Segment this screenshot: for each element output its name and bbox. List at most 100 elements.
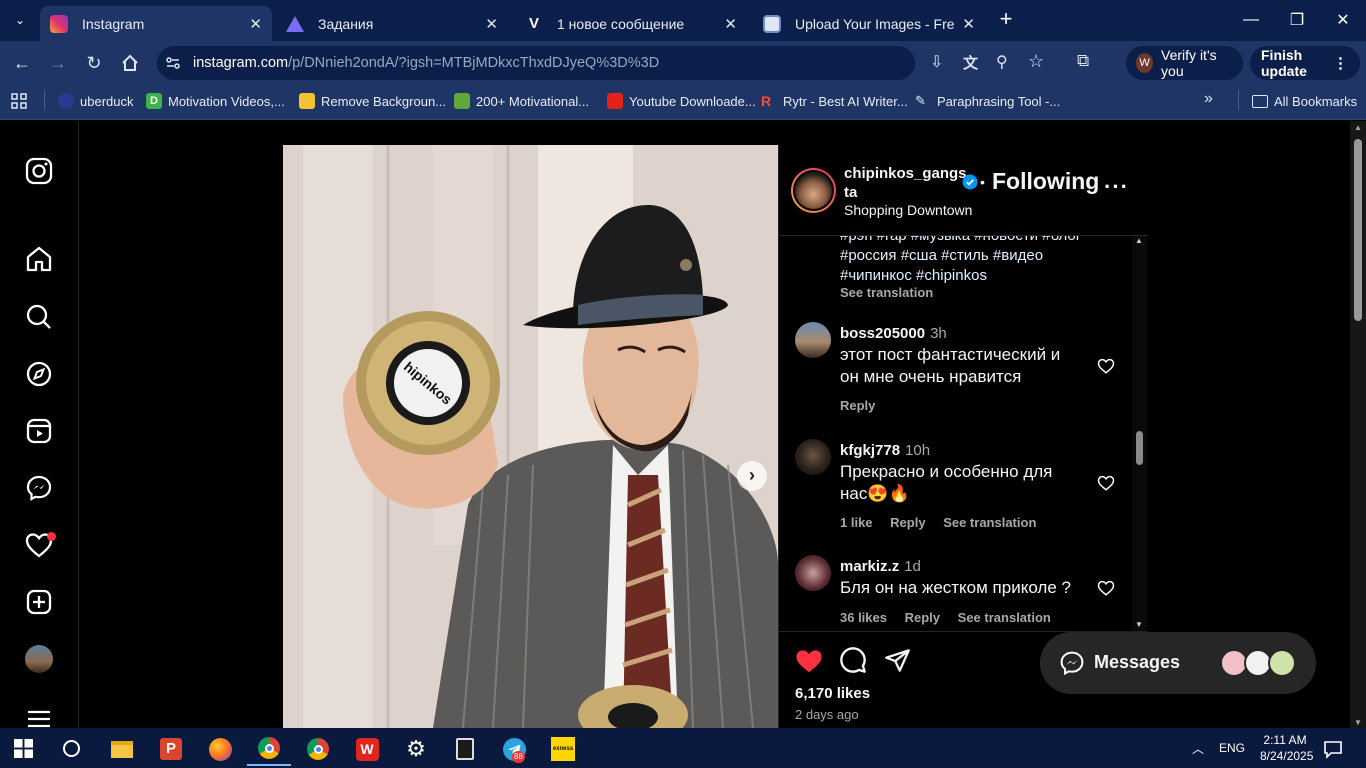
comment-avatar[interactable] — [795, 322, 831, 358]
comment-likes[interactable]: 1 like — [840, 515, 873, 530]
comment-username[interactable]: boss205000 — [840, 325, 925, 342]
chrome-icon[interactable] — [296, 732, 340, 766]
firefox-icon[interactable] — [198, 732, 242, 766]
scroll-thumb[interactable] — [1136, 431, 1143, 465]
caption-hashtags[interactable]: #рэп #rap #музыка #новости #блог — [840, 236, 1081, 244]
explore-icon[interactable] — [24, 359, 54, 389]
author-avatar[interactable] — [791, 168, 836, 213]
reply-link[interactable]: Reply — [905, 610, 940, 625]
extensions-icon[interactable]: ⧉ — [1077, 51, 1101, 75]
search-icon[interactable] — [63, 740, 80, 757]
install-app-icon[interactable]: ⇩ — [930, 52, 952, 74]
scroll-thumb[interactable] — [1354, 139, 1362, 321]
liked-heart-icon[interactable] — [794, 646, 824, 676]
like-comment-icon[interactable] — [1097, 474, 1115, 492]
tab-upload[interactable]: Upload Your Images - Free Imag ✕ — [753, 6, 985, 41]
calculator-icon[interactable] — [443, 732, 487, 766]
file-explorer-icon[interactable] — [100, 732, 144, 766]
zoom-icon[interactable]: ⚲ — [996, 52, 1018, 74]
scroll-up-icon[interactable]: ▲ — [1135, 236, 1143, 245]
reload-button[interactable]: ↻ — [80, 49, 108, 77]
new-tab-button[interactable]: + — [994, 8, 1018, 32]
bookmark-200-motivational[interactable]: 200+ Motivational... — [454, 91, 589, 111]
restore-button[interactable]: ❐ — [1274, 6, 1320, 34]
reply-link[interactable]: Reply — [840, 398, 875, 413]
comments-scrollbar[interactable]: ▲ ▼ — [1132, 236, 1147, 631]
scroll-down-icon[interactable]: ▼ — [1354, 718, 1362, 727]
bookmark-youtube-downloader[interactable]: Youtube Downloade... — [607, 91, 756, 111]
comments-scroll[interactable]: #рэп #rap #музыка #новости #блог #россия… — [779, 236, 1132, 631]
more-options-icon[interactable]: ··· — [1104, 174, 1129, 200]
notification-center-icon[interactable] — [1323, 739, 1343, 759]
back-button[interactable]: ← — [8, 49, 36, 77]
translate-icon[interactable]: 文 — [963, 52, 985, 74]
see-translation-link[interactable]: See translation — [958, 610, 1051, 625]
home-icon[interactable] — [24, 244, 54, 274]
bookmark-paraphrasing[interactable]: ✎ Paraphrasing Tool -... — [915, 91, 1060, 111]
wps-presentation-icon[interactable]: P — [149, 732, 193, 766]
all-bookmarks[interactable]: All Bookmarks — [1252, 91, 1357, 111]
comment-username[interactable]: markiz.z — [840, 558, 899, 575]
comment-avatar[interactable] — [795, 555, 831, 591]
settings-gear-icon[interactable]: ⚙ — [394, 732, 438, 766]
next-photo-button[interactable]: › — [737, 461, 767, 491]
close-window-button[interactable]: ✕ — [1320, 6, 1366, 34]
scroll-down-icon[interactable]: ▼ — [1135, 620, 1143, 629]
profile-avatar[interactable] — [25, 645, 53, 673]
minimize-button[interactable]: — — [1228, 6, 1274, 34]
windows-start-icon[interactable] — [14, 739, 33, 758]
chrome-active-icon[interactable] — [247, 732, 291, 766]
wps-office-icon[interactable]: W — [345, 732, 389, 766]
forward-button[interactable]: → — [44, 49, 72, 77]
exness-icon[interactable]: exness — [541, 732, 585, 766]
tab-tasks[interactable]: Задания ✕ — [276, 6, 508, 41]
clock[interactable]: 2:11 AM 8/24/2025 — [1260, 732, 1313, 764]
close-icon[interactable]: ✕ — [249, 15, 262, 33]
finish-update-button[interactable]: Finish update ⋮ — [1250, 46, 1360, 80]
search-icon[interactable] — [24, 302, 54, 332]
comment-username[interactable]: kfgkj778 — [840, 442, 900, 459]
author-username[interactable]: chipinkos_gangs ta — [844, 164, 967, 202]
tab-messages[interactable]: V 1 новое сообщение ✕ — [515, 6, 747, 41]
see-translation-link[interactable]: See translation — [840, 285, 933, 300]
post-location[interactable]: Shopping Downtown — [844, 202, 972, 218]
apps-icon[interactable] — [11, 93, 27, 109]
more-bookmarks-icon[interactable]: » — [1204, 90, 1213, 108]
reply-link[interactable]: Reply — [890, 515, 925, 530]
messenger-icon[interactable] — [24, 473, 54, 503]
instagram-logo-icon[interactable] — [24, 156, 54, 186]
close-icon[interactable]: ✕ — [485, 15, 498, 33]
bookmark-remove-bg[interactable]: Remove Backgroun... — [299, 91, 446, 111]
like-comment-icon[interactable] — [1097, 357, 1115, 375]
profile-button[interactable]: W Verify it's you — [1126, 46, 1243, 80]
share-icon[interactable] — [884, 647, 911, 674]
bookmark-motivation[interactable]: D Motivation Videos,... — [146, 91, 285, 111]
tab-search-icon[interactable]: ⌄ — [6, 6, 34, 34]
comment-likes[interactable]: 36 likes — [840, 610, 887, 625]
caption-hashtags[interactable]: #чипинкос #chipinkos — [840, 267, 987, 284]
see-translation-link[interactable]: See translation — [943, 515, 1036, 530]
bookmark-star-icon[interactable]: ☆ — [1028, 51, 1050, 73]
scroll-up-icon[interactable]: ▲ — [1354, 123, 1362, 132]
comment-icon[interactable] — [839, 646, 867, 674]
create-icon[interactable] — [24, 587, 54, 617]
close-icon[interactable]: ✕ — [724, 15, 737, 33]
tab-instagram[interactable]: Instagram ✕ — [40, 6, 272, 41]
likes-count[interactable]: 6,170 likes — [795, 685, 870, 702]
bookmark-uberduck[interactable]: uberduck — [58, 91, 133, 111]
following-button[interactable]: Following — [992, 168, 1099, 195]
tray-chevron-icon[interactable]: ︿ — [1192, 740, 1204, 757]
caption-hashtags[interactable]: #россия #сша #стиль #видео — [840, 247, 1043, 264]
like-comment-icon[interactable] — [1097, 579, 1115, 597]
home-button[interactable] — [116, 49, 144, 77]
site-info-icon[interactable] — [165, 55, 181, 71]
post-photo[interactable]: hipinkos — [283, 145, 778, 728]
language-indicator[interactable]: ENG — [1219, 741, 1245, 755]
comment-avatar[interactable] — [795, 439, 831, 475]
post-date[interactable]: 2 days ago — [795, 707, 859, 722]
bookmark-rytr[interactable]: R Rytr - Best AI Writer... — [761, 91, 908, 111]
reels-icon[interactable] — [24, 416, 54, 446]
close-icon[interactable]: ✕ — [962, 15, 975, 33]
page-scrollbar[interactable]: ▲ ▼ — [1350, 121, 1366, 728]
messages-floating-button[interactable]: Messages — [1040, 632, 1316, 694]
